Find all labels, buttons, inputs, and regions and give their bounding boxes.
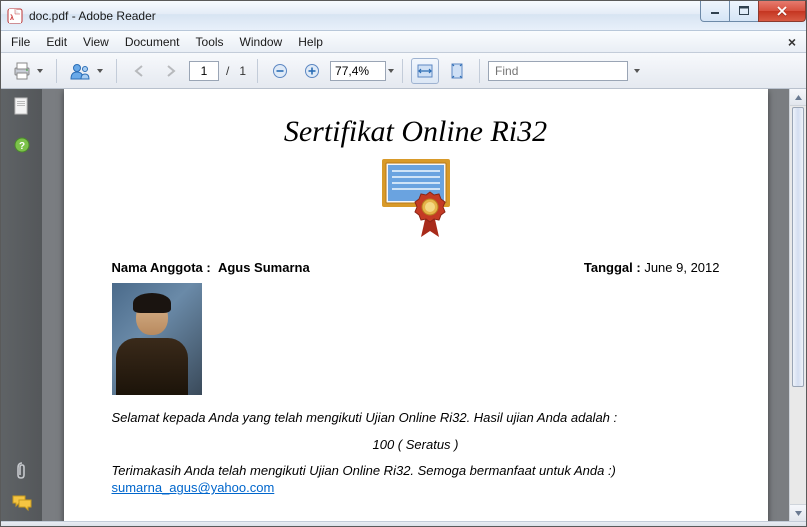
next-page-button[interactable] xyxy=(157,58,185,84)
svg-text:?: ? xyxy=(18,141,24,152)
collaborate-button[interactable] xyxy=(65,58,108,84)
scroll-down-button[interactable] xyxy=(790,504,806,521)
vertical-scrollbar[interactable] xyxy=(789,89,806,521)
help-panel-icon[interactable]: ? xyxy=(12,135,32,155)
viewer-area: ? Sertifikat Online Ri32 xyxy=(1,89,806,521)
certificate-message-1: Selamat kepada Anda yang telah mengikuti… xyxy=(112,409,720,427)
page-total: 1 xyxy=(236,64,249,78)
menu-document[interactable]: Document xyxy=(117,33,188,51)
comments-panel-icon[interactable] xyxy=(12,493,32,513)
menu-edit[interactable]: Edit xyxy=(38,33,75,51)
member-name: Nama Anggota : Agus Sumarna xyxy=(112,260,310,275)
menu-help[interactable]: Help xyxy=(290,33,331,51)
minimize-button[interactable] xyxy=(700,1,730,22)
pages-panel-icon[interactable] xyxy=(12,97,32,117)
menu-tools[interactable]: Tools xyxy=(188,33,232,51)
date-value: June 9, 2012 xyxy=(644,260,719,275)
window-title: doc.pdf - Adobe Reader xyxy=(29,9,701,23)
certificate-score: 100 ( Seratus ) xyxy=(112,437,720,452)
separator xyxy=(56,59,57,83)
print-button[interactable] xyxy=(7,58,48,84)
zoom-out-button[interactable] xyxy=(266,58,294,84)
certificate-graphic xyxy=(112,155,720,246)
title-bar: λ doc.pdf - Adobe Reader xyxy=(1,1,806,31)
name-value: Agus Sumarna xyxy=(218,260,310,275)
info-row: Nama Anggota : Agus Sumarna Tanggal : Ju… xyxy=(112,260,720,275)
find-input[interactable] xyxy=(488,61,628,81)
separator xyxy=(479,59,480,83)
certificate-title: Sertifikat Online Ri32 xyxy=(112,115,720,149)
document-page: Sertifikat Online Ri32 xyxy=(64,89,768,521)
fit-page-button[interactable] xyxy=(443,58,471,84)
fit-width-button[interactable] xyxy=(411,58,439,84)
email-link[interactable]: sumarna_agus@yahoo.com xyxy=(112,480,275,495)
menu-file[interactable]: File xyxy=(3,33,38,51)
page-number-input[interactable] xyxy=(189,61,219,81)
dropdown-icon[interactable] xyxy=(634,69,640,73)
date-label: Tanggal : xyxy=(584,260,641,275)
scroll-thumb[interactable] xyxy=(792,107,804,387)
prev-page-button[interactable] xyxy=(125,58,153,84)
close-document-button[interactable]: × xyxy=(784,34,800,50)
certificate-message-2: Terimakasih Anda telah mengikuti Ujian O… xyxy=(112,462,720,480)
menu-bar: File Edit View Document Tools Window Hel… xyxy=(1,31,806,53)
page-area[interactable]: Sertifikat Online Ri32 xyxy=(42,89,789,521)
menu-window[interactable]: Window xyxy=(232,33,291,51)
zoom-input[interactable] xyxy=(330,61,386,81)
name-label: Nama Anggota : xyxy=(112,260,211,275)
member-photo xyxy=(112,283,202,395)
dropdown-icon[interactable] xyxy=(388,69,394,73)
close-button[interactable] xyxy=(758,1,806,22)
scroll-up-button[interactable] xyxy=(790,89,806,106)
separator xyxy=(116,59,117,83)
certificate-date: Tanggal : June 9, 2012 xyxy=(584,260,720,275)
page-separator: / xyxy=(223,64,232,78)
zoom-in-button[interactable] xyxy=(298,58,326,84)
separator xyxy=(257,59,258,83)
separator xyxy=(402,59,403,83)
dropdown-icon xyxy=(97,69,103,73)
status-bar xyxy=(1,521,806,526)
navigation-pane: ? xyxy=(1,89,42,521)
menu-view[interactable]: View xyxy=(75,33,117,51)
window-controls xyxy=(701,1,806,22)
app-icon: λ xyxy=(7,8,23,24)
maximize-button[interactable] xyxy=(729,1,759,22)
app-window: λ doc.pdf - Adobe Reader File Edit View … xyxy=(0,0,807,527)
dropdown-icon xyxy=(37,69,43,73)
toolbar: / 1 xyxy=(1,53,806,89)
svg-text:λ: λ xyxy=(10,14,14,22)
scroll-track[interactable] xyxy=(790,388,806,504)
attachments-panel-icon[interactable] xyxy=(12,461,32,481)
